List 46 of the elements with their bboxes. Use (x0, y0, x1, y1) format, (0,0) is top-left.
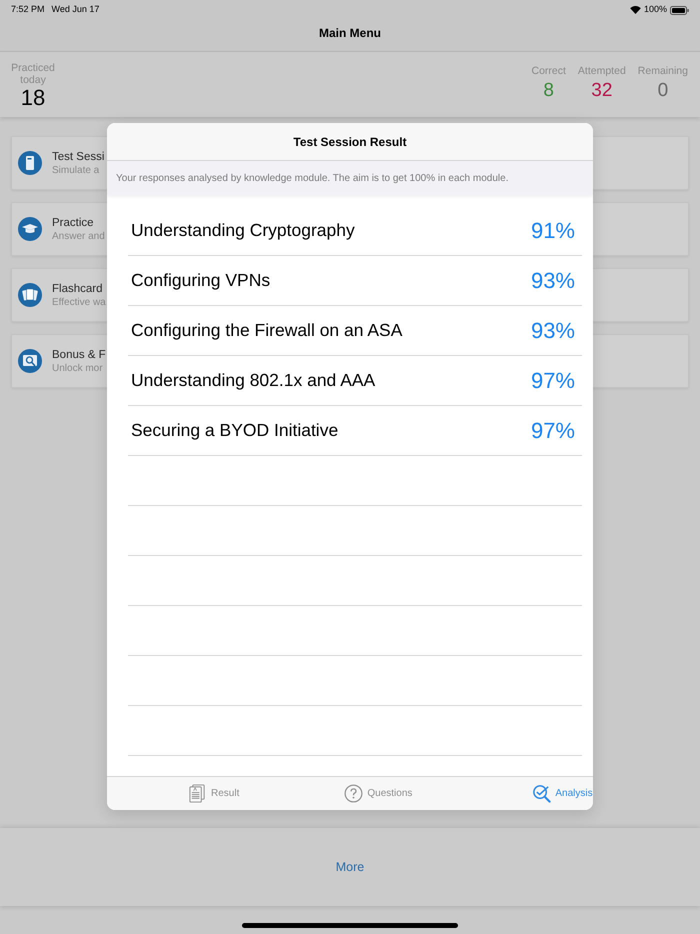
module-score: 93% (530, 267, 575, 295)
module-score: 91% (530, 217, 575, 245)
status-time: 7:52 PM (11, 3, 45, 16)
menu-subtitle: Simulate a (52, 164, 100, 176)
menu-subtitle: Unlock mor (52, 362, 104, 374)
question-circle-icon (344, 784, 364, 803)
graduation-cap-icon (18, 217, 42, 241)
module-score: 97% (530, 417, 575, 445)
practiced-label: Practiced today (10, 62, 56, 86)
battery-icon (670, 6, 689, 14)
stat-label: Correct (531, 65, 566, 78)
battery-percent: 100% (644, 3, 667, 16)
cards-icon (18, 283, 42, 307)
magnifier-icon (18, 349, 42, 373)
menu-title: Practice (52, 216, 95, 230)
stat-label: Remaining (638, 65, 688, 78)
module-name: Configuring VPNs (131, 269, 270, 292)
practiced-count: 18 (20, 86, 46, 110)
stat-value: 32 (591, 79, 612, 103)
magnifier-check-icon (532, 784, 552, 803)
dialog-title: Test Session Result (293, 134, 407, 150)
status-date: Wed Jun 17 (52, 3, 100, 16)
module-name: Understanding Cryptography (131, 219, 355, 242)
document-icon (18, 151, 42, 175)
document-icon (188, 784, 207, 803)
menu-title: Test Sessi (52, 150, 104, 164)
module-name: Understanding 802.1x and AAA (131, 369, 376, 392)
module-score: 97% (530, 367, 575, 395)
stat-value: 0 (658, 79, 668, 103)
module-row[interactable]: Configuring VPNs 93% (128, 256, 582, 306)
menu-subtitle: Answer and (52, 230, 105, 242)
module-row[interactable]: Understanding Cryptography 91% (128, 206, 582, 256)
module-name: Configuring the Firewall on an ASA (131, 319, 402, 342)
module-row[interactable]: Understanding 802.1x and AAA 97% (128, 356, 582, 406)
menu-title: Bonus & F (52, 348, 106, 362)
nav-title: Main Menu (319, 24, 381, 42)
menu-title: Flashcard (52, 282, 104, 296)
module-row[interactable]: Configuring the Firewall on an ASA 93% (128, 306, 582, 356)
menu-subtitle: Effective wa (52, 296, 106, 308)
module-score: 93% (530, 317, 575, 345)
stat-label: Attempted (578, 65, 626, 78)
module-name: Securing a BYOD Initiative (131, 419, 338, 442)
stat-value: 8 (543, 79, 554, 103)
info-text: Your responses analysed by knowledge module. The aim is to get 100% in each module. (116, 172, 508, 186)
module-row[interactable]: Securing a BYOD Initiative 97% (128, 406, 582, 456)
wifi-icon (630, 6, 641, 14)
